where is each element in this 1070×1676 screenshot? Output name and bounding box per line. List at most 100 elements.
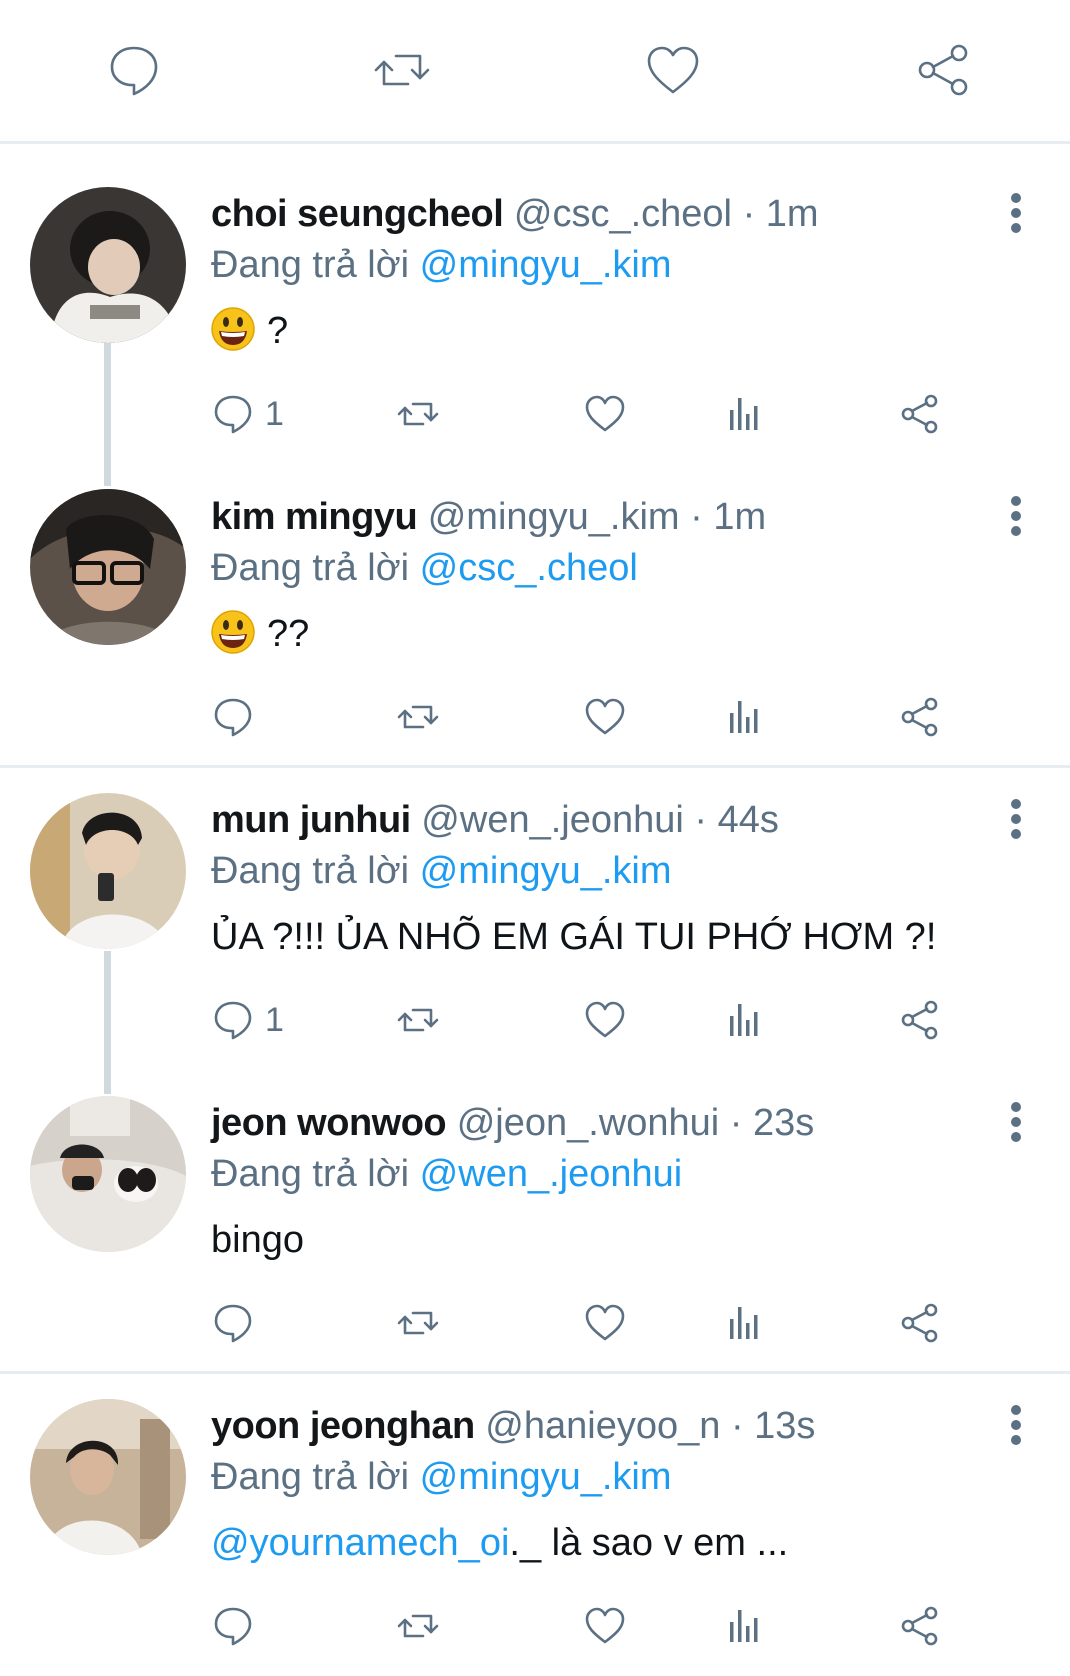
more-options-icon[interactable] <box>1003 1401 1029 1451</box>
retweet-icon <box>397 402 439 426</box>
user-handle[interactable]: @hanieyoo_n <box>485 1405 720 1447</box>
reply-mention[interactable]: @mingyu_.kim <box>420 1456 672 1498</box>
reply-icon <box>214 1304 252 1343</box>
reply-count: 1 <box>265 1000 284 1039</box>
retweet-icon <box>397 1008 439 1032</box>
tweet-body-text: ?? <box>267 613 310 655</box>
tweet-actions: 1 <box>211 386 1031 442</box>
heart-icon <box>585 1001 625 1038</box>
tweet-body-text: ._ là sao v em ... <box>509 1522 789 1564</box>
heart-icon <box>585 698 625 735</box>
like-button[interactable] <box>583 689 627 745</box>
like-button[interactable] <box>583 386 627 442</box>
reply-icon <box>214 1607 252 1646</box>
tweet-body-text: ỦA ?!!! ỦA NHÕ EM GÁI TUI PHỚ HƠM ?! <box>211 916 937 958</box>
retweet-button[interactable] <box>396 689 440 745</box>
analytics-icon <box>730 701 758 733</box>
share-icon <box>901 697 938 737</box>
tweet-header: choi seungcheol @csc_.cheol · 1m <box>211 193 819 235</box>
share-button[interactable] <box>898 386 942 442</box>
analytics-button[interactable] <box>722 992 766 1048</box>
share-icon[interactable] <box>914 40 974 100</box>
retweet-button[interactable] <box>396 1598 440 1654</box>
display-name[interactable]: yoon jeonghan <box>211 1405 475 1447</box>
reply-context: Đang trả lời @csc_.cheol <box>211 543 638 593</box>
avatar[interactable] <box>30 187 186 343</box>
reply-context: Đang trả lời @wen_.jeonhui <box>211 1149 682 1199</box>
share-icon <box>901 1000 938 1040</box>
analytics-button[interactable] <box>722 1598 766 1654</box>
grinning-face-emoji <box>211 610 255 654</box>
share-button[interactable] <box>898 1295 942 1351</box>
reply-prefix: Đang trả lời <box>211 1153 410 1195</box>
user-handle[interactable]: @wen_.jeonhui <box>421 799 684 841</box>
user-handle[interactable]: @jeon_.wonhui <box>457 1102 720 1144</box>
divider <box>0 765 1070 768</box>
timestamp[interactable]: 44s <box>718 799 779 841</box>
reply-mention[interactable]: @mingyu_.kim <box>420 850 672 892</box>
body-mention[interactable]: @yournamech_oi <box>211 1522 509 1564</box>
share-icon <box>901 1606 938 1646</box>
heart-icon <box>585 1607 625 1644</box>
display-name[interactable]: jeon wonwoo <box>211 1102 447 1144</box>
retweet-icon <box>397 705 439 729</box>
reply-icon[interactable] <box>104 40 164 100</box>
display-name[interactable]: choi seungcheol <box>211 193 504 235</box>
share-button[interactable] <box>898 689 942 745</box>
reply-button[interactable]: 1 <box>211 992 284 1048</box>
retweet-button[interactable] <box>396 1295 440 1351</box>
more-options-icon[interactable] <box>1003 189 1029 239</box>
display-name[interactable]: mun junhui <box>211 799 411 841</box>
like-button[interactable] <box>583 992 627 1048</box>
timestamp[interactable]: 23s <box>753 1102 814 1144</box>
share-button[interactable] <box>898 1598 942 1654</box>
reply-prefix: Đang trả lời <box>211 1456 410 1498</box>
tweet-text: ? <box>211 306 288 356</box>
reply-context: Đang trả lời @mingyu_.kim <box>211 240 672 290</box>
avatar[interactable] <box>30 489 186 645</box>
retweet-icon <box>397 1614 439 1638</box>
divider <box>0 1371 1070 1374</box>
more-options-icon[interactable] <box>1003 492 1029 542</box>
share-button[interactable] <box>898 992 942 1048</box>
reply-prefix: Đang trả lời <box>211 850 410 892</box>
display-name[interactable]: kim mingyu <box>211 496 418 538</box>
heart-icon <box>585 1304 625 1341</box>
reply-button[interactable] <box>211 1598 265 1654</box>
avatar[interactable] <box>30 1399 186 1555</box>
grinning-face-emoji <box>211 307 255 351</box>
timestamp[interactable]: 13s <box>754 1405 815 1447</box>
avatar[interactable] <box>30 1096 186 1252</box>
like-button[interactable] <box>583 1295 627 1351</box>
reply-mention[interactable]: @wen_.jeonhui <box>420 1153 683 1195</box>
reply-mention[interactable]: @mingyu_.kim <box>420 244 672 286</box>
analytics-icon <box>730 1610 758 1642</box>
more-options-icon[interactable] <box>1003 1098 1029 1148</box>
tweet-header: yoon jeonghan @hanieyoo_n · 13s <box>211 1405 816 1447</box>
analytics-button[interactable] <box>722 689 766 745</box>
avatar[interactable] <box>30 793 186 949</box>
reply-button[interactable] <box>211 689 265 745</box>
tweet-actions <box>211 1598 1031 1654</box>
reply-button[interactable] <box>211 1295 265 1351</box>
reply-icon <box>214 395 252 434</box>
timestamp[interactable]: 1m <box>713 496 766 538</box>
retweet-icon[interactable] <box>372 40 432 100</box>
analytics-button[interactable] <box>722 386 766 442</box>
heart-icon[interactable] <box>643 40 703 100</box>
tweet-actions: 1 <box>211 992 1031 1048</box>
more-options-icon[interactable] <box>1003 795 1029 845</box>
reply-mention[interactable]: @csc_.cheol <box>420 547 638 589</box>
tweet-text: @yournamech_oi._ là sao v em ... <box>211 1518 788 1568</box>
analytics-button[interactable] <box>722 1295 766 1351</box>
tweet-body-text: bingo <box>211 1219 304 1261</box>
user-handle[interactable]: @csc_.cheol <box>514 193 732 235</box>
retweet-button[interactable] <box>396 992 440 1048</box>
reply-context: Đang trả lời @mingyu_.kim <box>211 1452 672 1502</box>
retweet-button[interactable] <box>396 386 440 442</box>
user-handle[interactable]: @mingyu_.kim <box>428 496 680 538</box>
like-button[interactable] <box>583 1598 627 1654</box>
reply-button[interactable]: 1 <box>211 386 284 442</box>
timestamp[interactable]: 1m <box>766 193 819 235</box>
tweet-actions <box>211 689 1031 745</box>
